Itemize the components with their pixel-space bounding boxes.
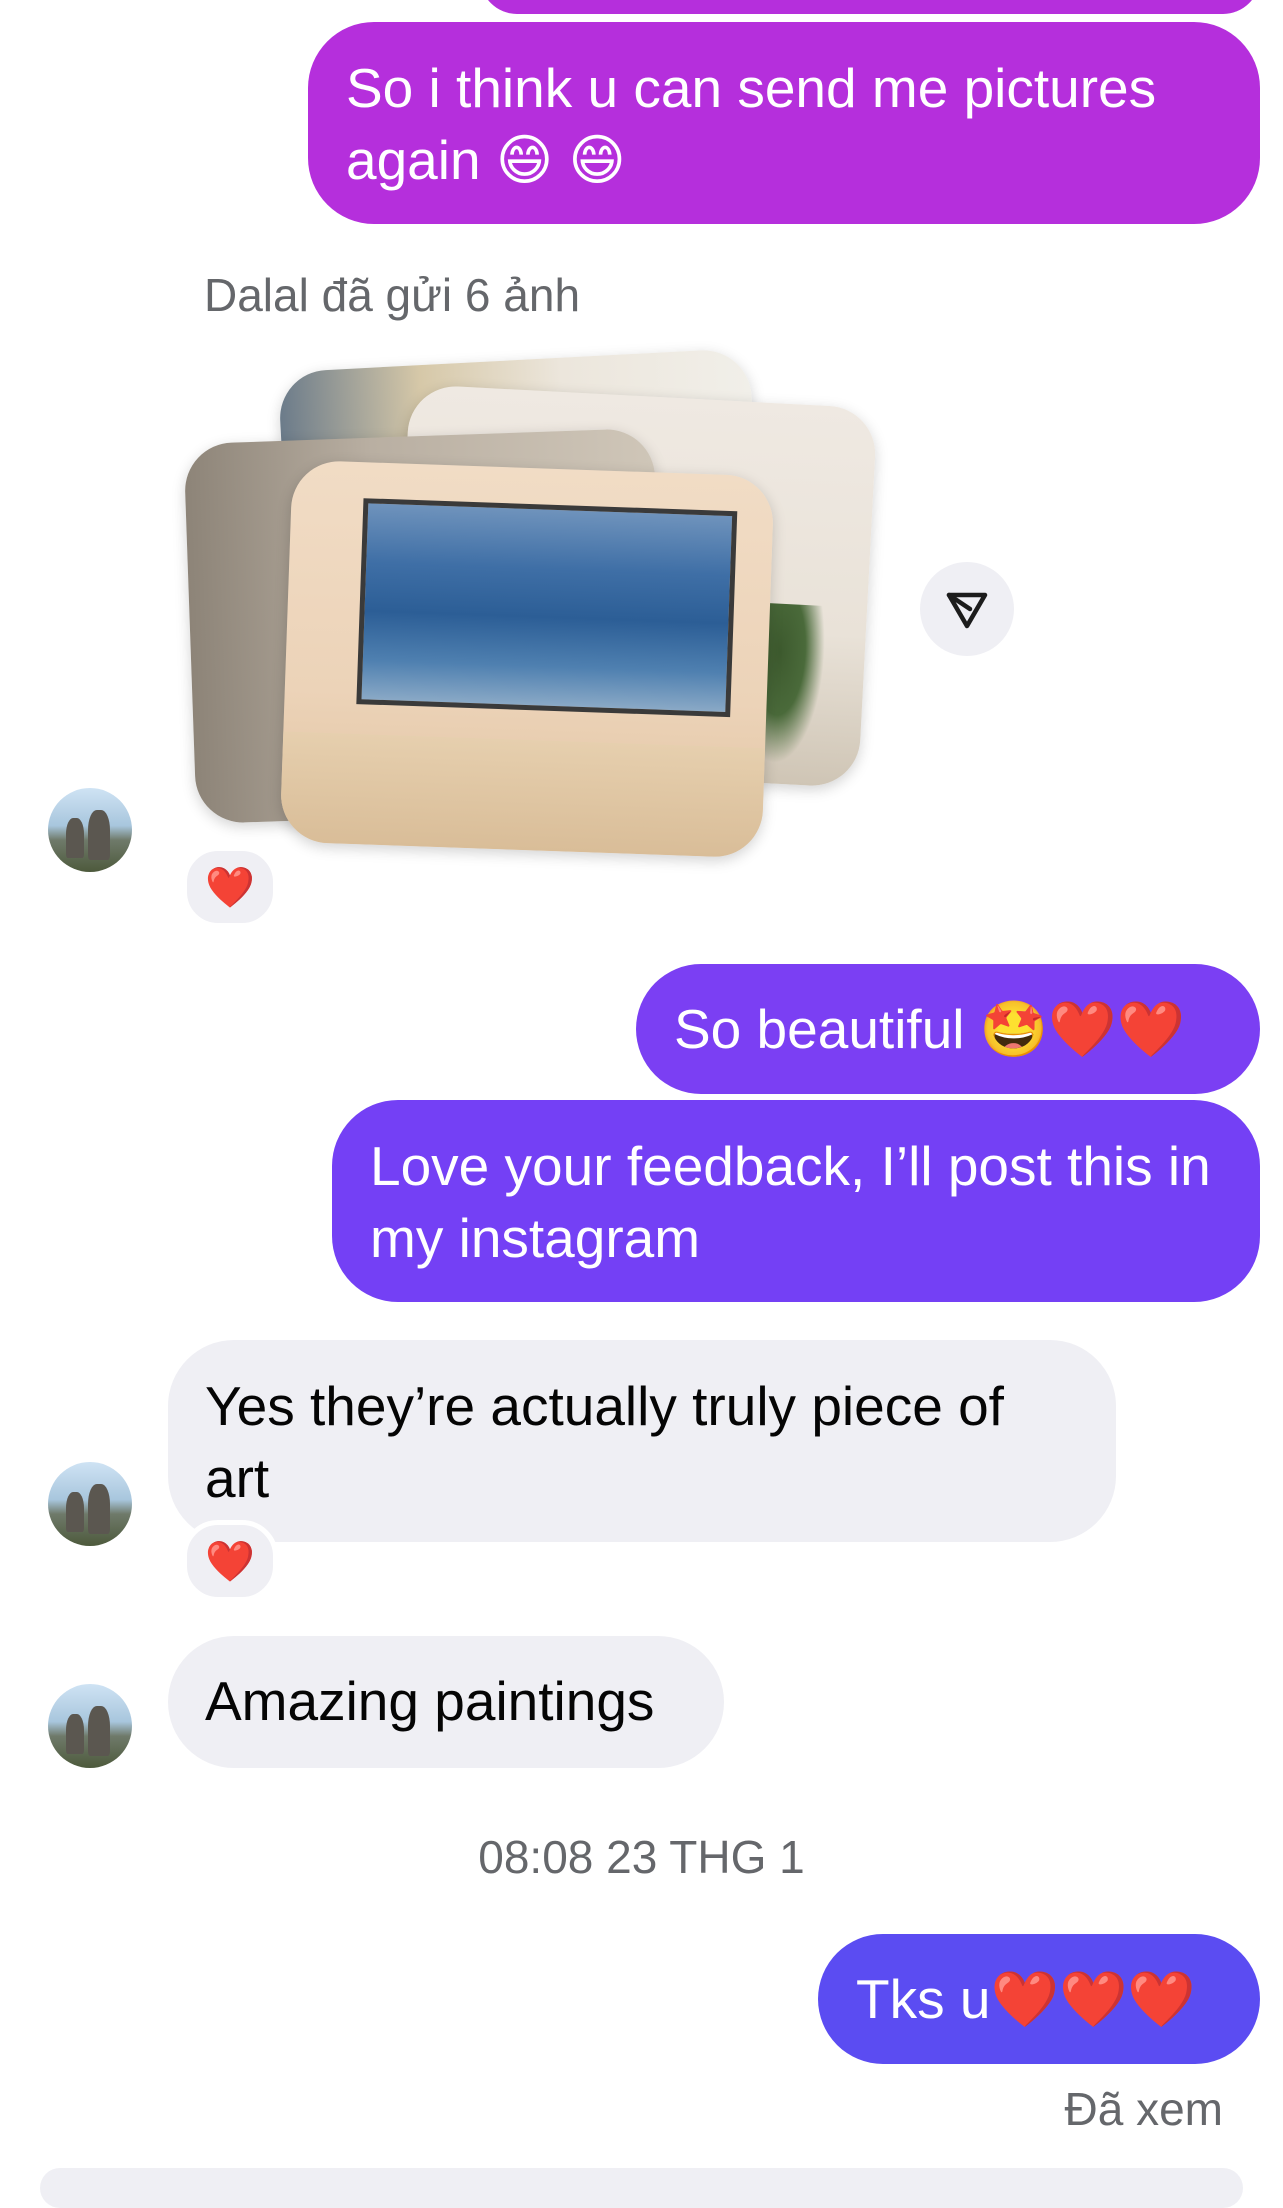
- message-text: So i think u can send me pictures again: [346, 57, 1157, 191]
- message-text: Tks u: [856, 1968, 991, 2030]
- outgoing-message-1[interactable]: So i think u can send me pictures again …: [308, 22, 1260, 224]
- share-icon: [946, 592, 988, 629]
- heart-icon: ❤️: [205, 865, 255, 910]
- sofa: [279, 731, 766, 859]
- incoming-message-2[interactable]: Amazing paintings: [168, 1636, 724, 1768]
- photo-notice: Dalal đã gửi 6 ảnh: [204, 269, 581, 321]
- avatar[interactable]: [48, 788, 132, 872]
- message-text: Amazing paintings: [205, 1670, 655, 1732]
- outgoing-message-2[interactable]: So beautiful 🤩❤️❤️: [636, 964, 1260, 1094]
- heart-icon: ❤️: [205, 1539, 255, 1584]
- message-text: So beautiful: [674, 998, 965, 1060]
- outgoing-message-4[interactable]: Tks u❤️❤️❤️: [818, 1934, 1260, 2064]
- avatar[interactable]: [48, 1684, 132, 1768]
- painting: [356, 498, 738, 718]
- photo-front[interactable]: [279, 459, 775, 859]
- star-struck-emoji-icon: 🤩❤️❤️: [979, 998, 1186, 1060]
- heart-reaction[interactable]: ❤️: [182, 846, 278, 928]
- avatar[interactable]: [48, 1462, 132, 1546]
- seen-status: Đã xem: [1064, 2083, 1223, 2135]
- timestamp: 08:08 23 THG 1: [478, 1831, 805, 1883]
- message-text: Love your feedback, I’ll post this in my…: [370, 1135, 1211, 1269]
- share-button[interactable]: [920, 562, 1014, 656]
- grin-emoji-icon: 😄 😄: [495, 129, 626, 191]
- heart-reaction[interactable]: ❤️: [182, 1520, 278, 1602]
- incoming-message-1[interactable]: Yes they’re actually truly piece of art: [168, 1340, 1116, 1542]
- message-text: Yes they’re actually truly piece of art: [205, 1375, 1004, 1509]
- previous-message-bubble: [480, 0, 1260, 14]
- outgoing-message-3[interactable]: Love your feedback, I’ll post this in my…: [332, 1100, 1260, 1302]
- composer-edge: [40, 2168, 1243, 2208]
- heart-emoji-icon: ❤️❤️❤️: [990, 1968, 1196, 2030]
